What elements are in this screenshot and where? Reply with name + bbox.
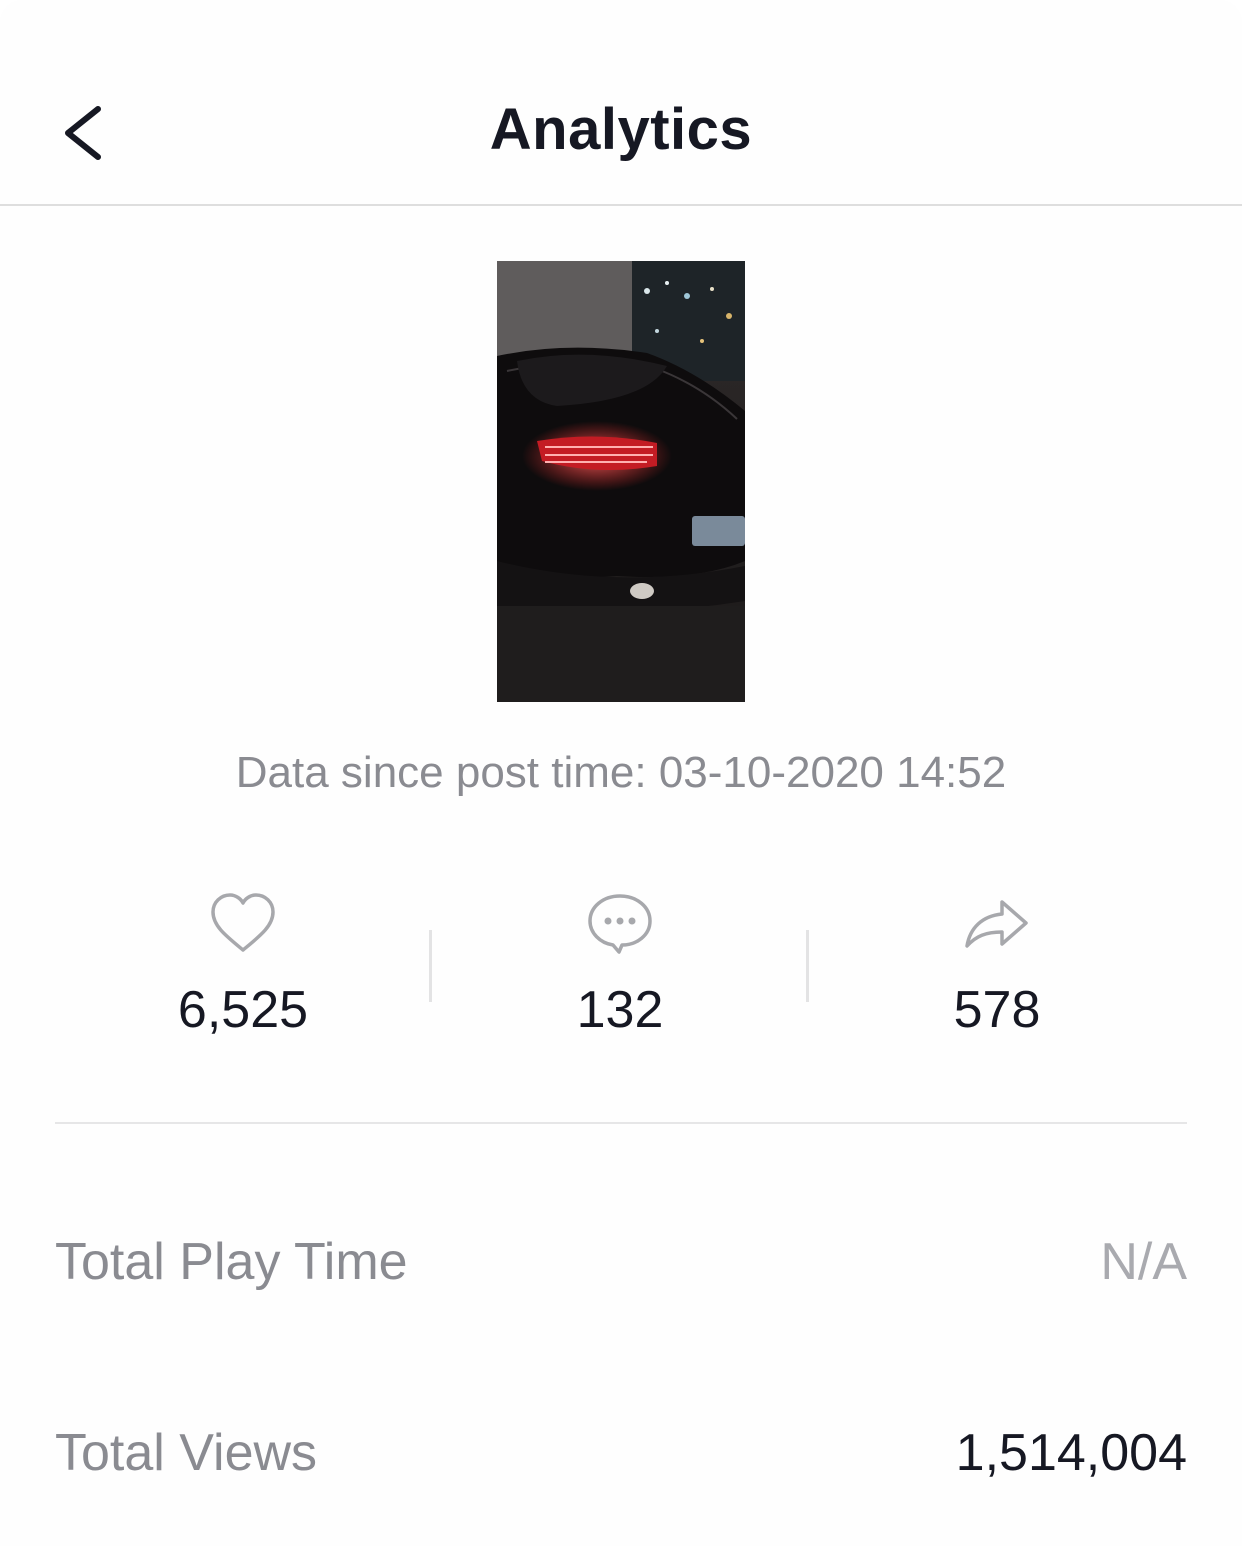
total-play-time-value: N/A <box>1100 1233 1187 1291</box>
stat-divider <box>429 930 432 1002</box>
section-divider <box>55 1122 1187 1124</box>
page-title: Analytics <box>489 97 753 162</box>
total-play-time-row: Total Play Time N/A <box>55 1232 1187 1312</box>
total-views-row: Total Views 1,514,004 <box>55 1423 1187 1503</box>
shares-count: 578 <box>953 981 1041 1039</box>
shares-stat: 578 <box>847 890 1147 1040</box>
analytics-sheet: Analytics Data since post time: 03-10-20… <box>0 0 1242 1546</box>
total-views-label: Total Views <box>55 1424 318 1482</box>
likes-stat: 6,525 <box>93 890 393 1040</box>
stat-divider <box>806 930 809 1002</box>
total-views-value: 1,514,004 <box>955 1424 1187 1482</box>
share-icon <box>965 900 1028 948</box>
video-thumbnail[interactable] <box>497 261 745 702</box>
post-time-text: Data since post time: 03-10-2020 14:52 <box>235 748 1007 797</box>
total-play-time-label: Total Play Time <box>55 1233 408 1291</box>
likes-count: 6,525 <box>177 981 309 1039</box>
comment-icon <box>588 894 652 954</box>
comments-stat: 132 <box>470 890 770 1040</box>
header-bar: Analytics <box>0 0 1242 206</box>
car-thumbnail-image <box>497 261 745 702</box>
heart-icon <box>211 893 275 952</box>
comments-count: 132 <box>576 981 664 1039</box>
